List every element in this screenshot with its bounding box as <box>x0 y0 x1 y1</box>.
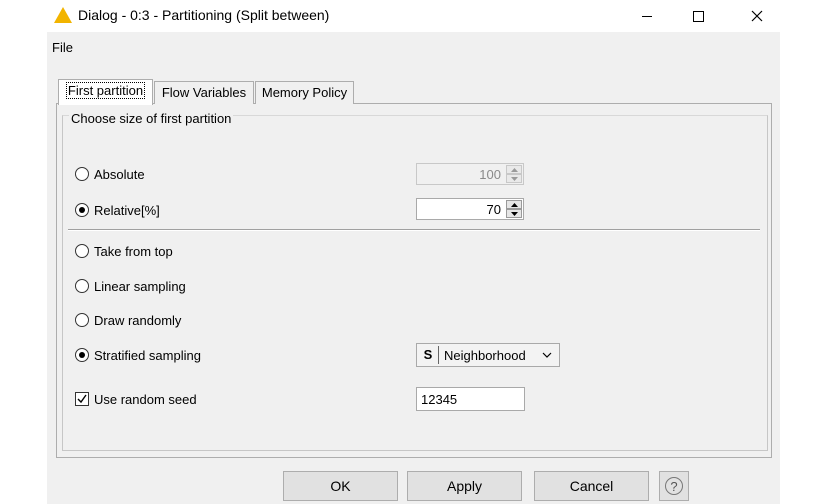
stratify-column-dropdown[interactable]: S Neighborhood <box>416 343 560 367</box>
absolute-decrement-button[interactable] <box>506 174 522 183</box>
string-type-icon: S <box>421 346 439 364</box>
stratified-sampling-radio[interactable] <box>75 348 89 362</box>
take-from-top-label: Take from top <box>94 243 173 259</box>
knime-warning-triangle-icon <box>53 6 73 24</box>
draw-randomly-radio[interactable] <box>75 313 89 327</box>
absolute-value: 100 <box>479 167 501 182</box>
absolute-radio[interactable] <box>75 167 89 181</box>
absolute-spinner-arrows <box>506 165 522 183</box>
stratified-sampling-label: Stratified sampling <box>94 347 201 363</box>
stratified-sampling-option[interactable]: Stratified sampling <box>75 346 201 364</box>
caret-down-icon <box>510 176 518 181</box>
minimize-button[interactable] <box>624 0 670 32</box>
absolute-label: Absolute <box>94 166 145 182</box>
absolute-option[interactable]: Absolute <box>75 165 145 183</box>
tab-flow-variables[interactable]: Flow Variables <box>154 81 254 104</box>
random-seed-option[interactable]: Use random seed <box>75 390 197 408</box>
checkmark-icon <box>77 394 87 404</box>
menu-bar: File <box>47 32 780 62</box>
ok-button[interactable]: OK <box>283 471 398 501</box>
dialog-window: Dialog - 0:3 - Partitioning (Split betwe… <box>47 0 780 504</box>
absolute-increment-button[interactable] <box>506 165 522 174</box>
apply-button[interactable]: Apply <box>407 471 522 501</box>
relative-radio[interactable] <box>75 203 89 217</box>
relative-value: 70 <box>486 202 501 217</box>
relative-label: Relative[%] <box>94 202 160 218</box>
cancel-button[interactable]: Cancel <box>534 471 649 501</box>
relative-option[interactable]: Relative[%] <box>75 201 160 219</box>
tab-first-partition-label: First partition <box>65 82 146 99</box>
random-seed-checkbox[interactable] <box>75 392 89 406</box>
random-seed-input[interactable] <box>416 387 525 411</box>
tab-first-partition[interactable]: First partition <box>58 79 153 105</box>
draw-randomly-label: Draw randomly <box>94 312 182 328</box>
take-from-top-radio[interactable] <box>75 244 89 258</box>
title-bar[interactable]: Dialog - 0:3 - Partitioning (Split betwe… <box>47 0 780 32</box>
relative-spinner[interactable]: 70 <box>416 198 524 220</box>
relative-spinner-arrows <box>506 200 522 218</box>
take-from-top-option[interactable]: Take from top <box>75 242 173 260</box>
chevron-down-icon <box>542 352 552 358</box>
draw-randomly-option[interactable]: Draw randomly <box>75 311 181 329</box>
caret-up-icon <box>510 167 518 172</box>
absolute-spinner[interactable]: 100 <box>416 163 524 185</box>
group-title: Choose size of first partition <box>69 111 234 126</box>
minimize-icon <box>642 16 652 17</box>
tab-flow-variables-label: Flow Variables <box>161 85 247 100</box>
close-icon <box>751 10 763 22</box>
linear-sampling-radio[interactable] <box>75 279 89 293</box>
maximize-button[interactable] <box>675 0 721 32</box>
stratify-column-value: Neighborhood <box>444 347 526 363</box>
close-button[interactable] <box>734 0 780 32</box>
relative-increment-button[interactable] <box>506 200 522 209</box>
help-button[interactable]: ? <box>659 471 689 501</box>
tab-memory-policy-label: Memory Policy <box>261 85 348 100</box>
linear-sampling-option[interactable]: Linear sampling <box>75 277 186 295</box>
section-divider <box>68 229 760 231</box>
caret-up-icon <box>510 202 518 207</box>
tab-memory-policy[interactable]: Memory Policy <box>255 81 354 104</box>
window-title: Dialog - 0:3 - Partitioning (Split betwe… <box>78 7 330 23</box>
maximize-icon <box>693 11 704 22</box>
linear-sampling-label: Linear sampling <box>94 278 186 294</box>
caret-down-icon <box>510 211 518 216</box>
relative-decrement-button[interactable] <box>506 209 522 218</box>
random-seed-label: Use random seed <box>94 391 197 407</box>
menu-file[interactable]: File <box>52 40 73 55</box>
help-icon: ? <box>665 477 683 495</box>
